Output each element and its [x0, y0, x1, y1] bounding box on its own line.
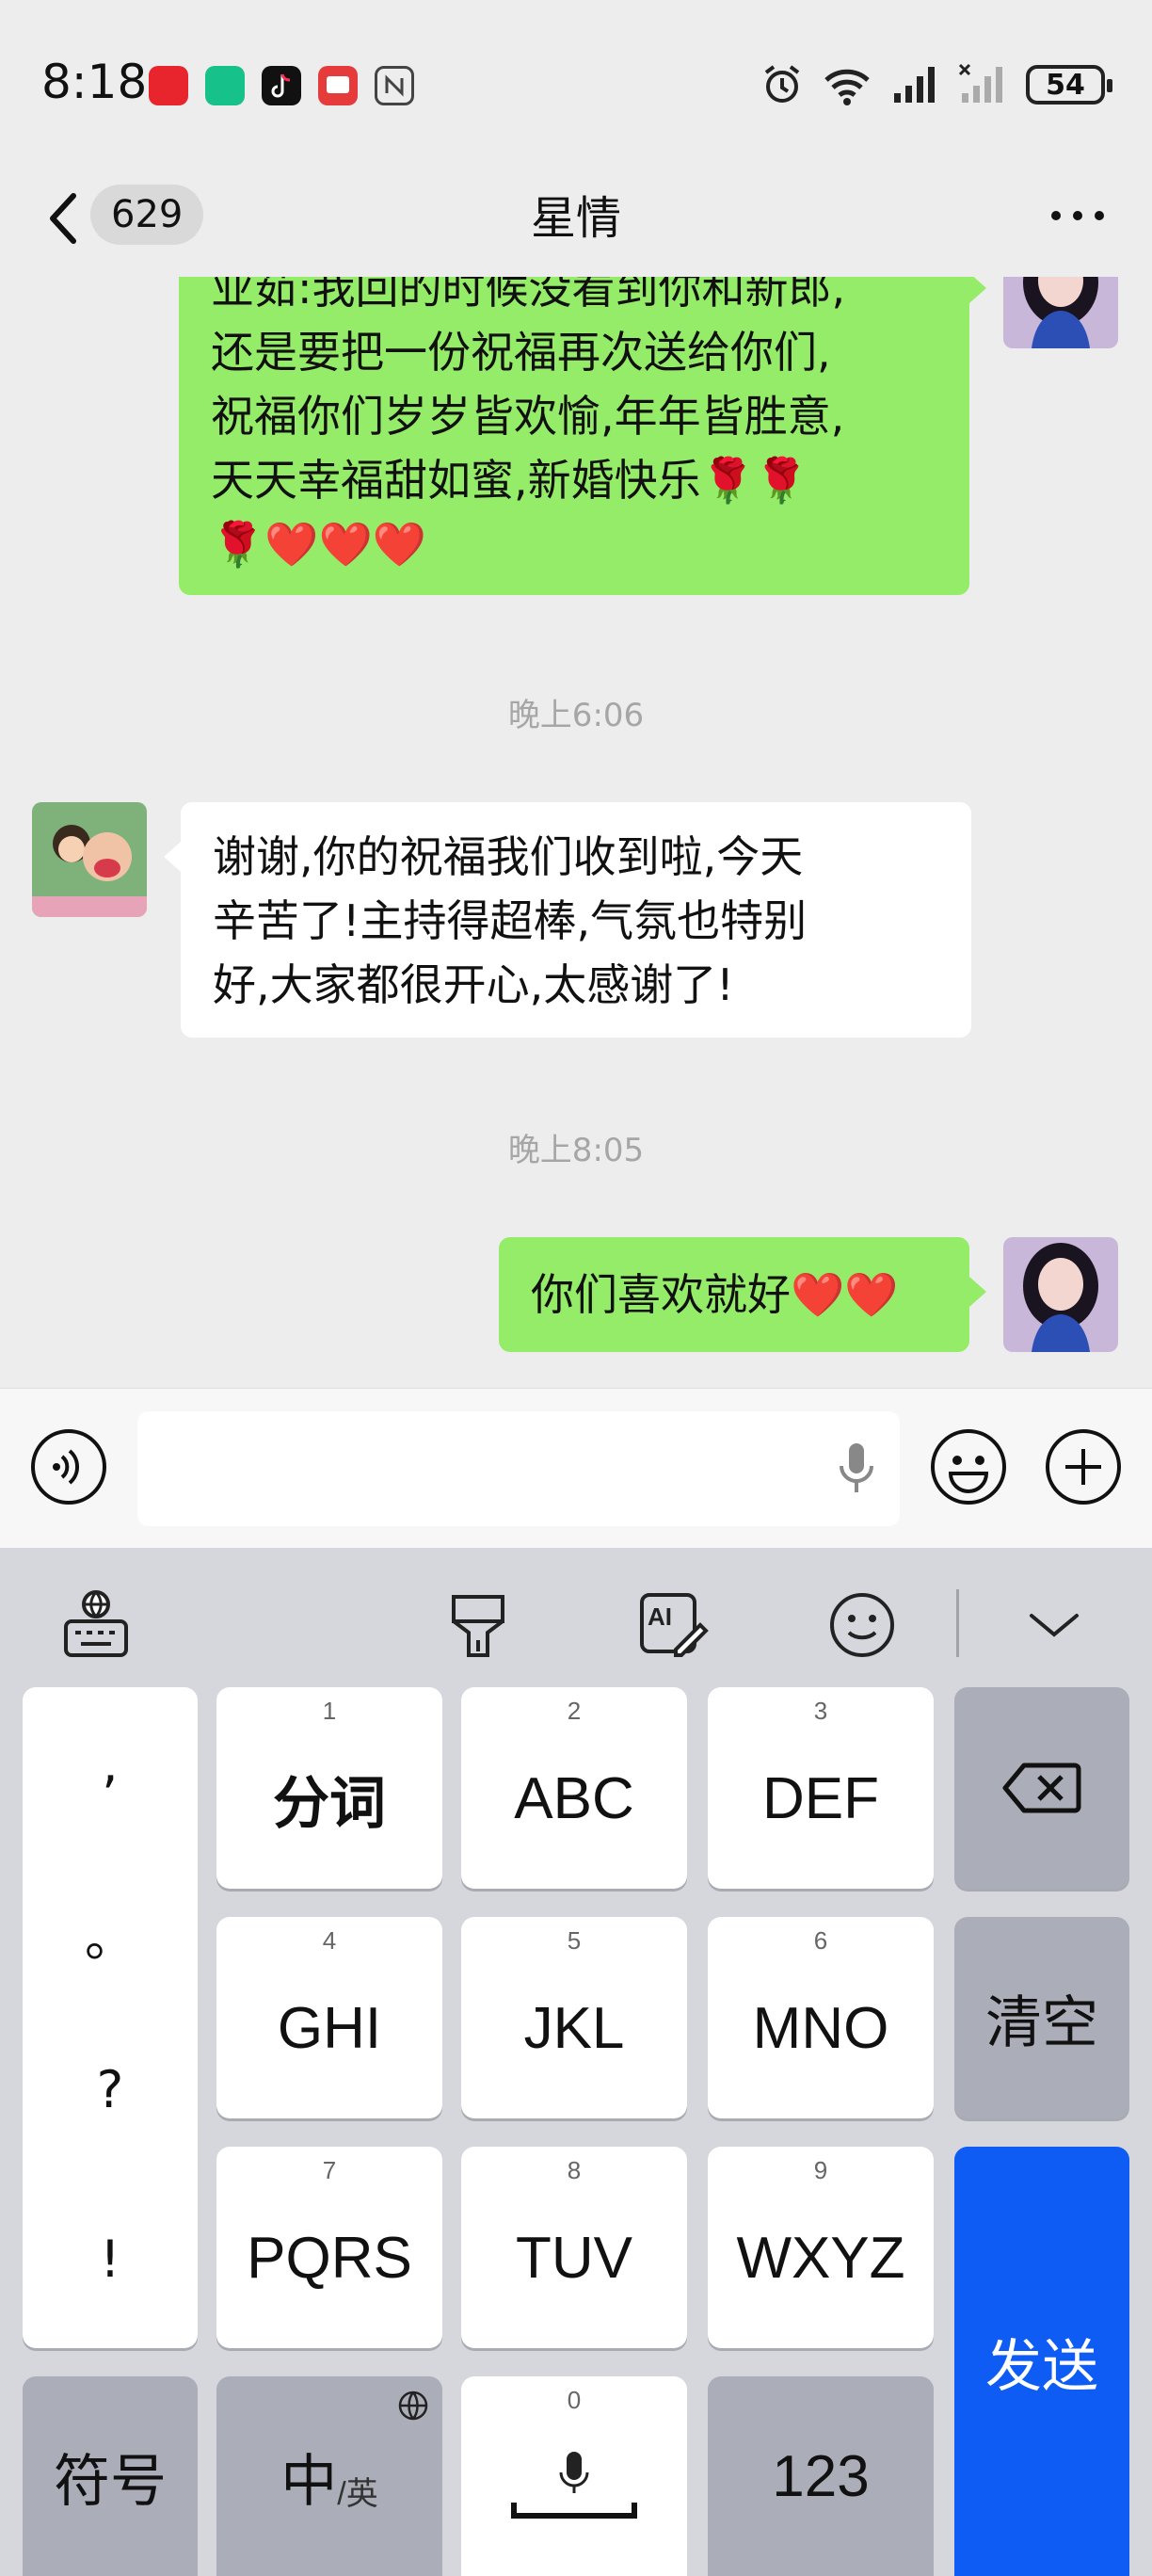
message-bubble-sent[interactable]: 你们喜欢就好❤️❤️: [499, 1237, 969, 1352]
message-line: 还是要把一份祝福再次送给你们,: [211, 327, 831, 378]
green-app-icon: [205, 66, 245, 105]
bubble-tail: [969, 1277, 986, 1307]
language-toggle-button[interactable]: 中 /英: [216, 2376, 442, 2576]
collapse-keyboard-icon[interactable]: [1016, 1587, 1092, 1663]
punctuation-key[interactable]: 。: [23, 1896, 198, 1971]
my-avatar[interactable]: [1003, 1237, 1118, 1352]
status-indicators: 54: [760, 58, 1112, 111]
symbols-button[interactable]: 符号: [23, 2376, 198, 2576]
space-key[interactable]: 0: [461, 2376, 687, 2576]
message-input-bar: [0, 1388, 1152, 1548]
status-bar: 8:18 54: [0, 0, 1152, 160]
chat-header: 629 星情: [0, 160, 1152, 277]
no-signal-icon: [958, 63, 1002, 103]
signal-icon: [894, 67, 935, 103]
message-line: 天天幸福甜如蜜,新婚快乐🌹🌹: [211, 455, 809, 506]
key-7-pqrs[interactable]: 7 PQRS: [216, 2147, 442, 2348]
keyboard-language-icon[interactable]: [58, 1587, 134, 1663]
message-timestamp: 晚上6:06: [507, 697, 645, 734]
punctuation-key[interactable]: ,: [23, 1734, 198, 1794]
microphone-icon[interactable]: [836, 1440, 877, 1498]
nfc-icon: [375, 66, 414, 105]
send-button[interactable]: 发送: [954, 2147, 1129, 2576]
chat-title: 星情: [530, 192, 621, 245]
skin-theme-icon[interactable]: [440, 1587, 516, 1663]
backspace-icon: [1002, 1763, 1081, 1813]
svg-text:AI: AI: [648, 1602, 672, 1631]
backspace-button[interactable]: [954, 1687, 1129, 1889]
contact-avatar[interactable]: [32, 802, 147, 917]
key-4-ghi[interactable]: 4 GHI: [216, 1917, 442, 2118]
bubble-tail: [969, 277, 986, 303]
message-bubble-received[interactable]: 谢谢,你的祝福我们收到啦,今天 辛苦了!主持得超棒,气氛也特别 好,大家都很开心…: [181, 802, 971, 1038]
message-line: 你们喜欢就好❤️❤️: [531, 1269, 899, 1320]
message-list[interactable]: 业茹:我回的时候没看到你和新郎, 还是要把一份祝福再次送给你们, 祝福你们岁岁皆…: [0, 277, 1152, 1388]
plus-icon[interactable]: [1043, 1426, 1124, 1507]
battery-indicator: 54: [1026, 65, 1112, 105]
key-9-wxyz[interactable]: 9 WXYZ: [708, 2147, 934, 2348]
key-8-tuv[interactable]: 8 TUV: [461, 2147, 687, 2348]
huawei-appgallery-icon: [149, 66, 188, 105]
voice-mode-icon[interactable]: [28, 1426, 109, 1507]
punctuation-key[interactable]: ?: [23, 2060, 198, 2119]
key-3-def[interactable]: 3 DEF: [708, 1687, 934, 1889]
message-line: 🌹❤️❤️❤️: [211, 519, 427, 570]
space-mic-icon: [511, 2452, 637, 2519]
key-5-jkl[interactable]: 5 JKL: [461, 1917, 687, 2118]
message-line: 辛苦了!主持得超棒,气氛也特别: [213, 895, 808, 946]
emoji-keyboard-icon[interactable]: [824, 1587, 900, 1663]
toolbar-divider: [956, 1589, 959, 1657]
numbers-button[interactable]: 123: [708, 2376, 934, 2576]
tiktok-icon: [262, 66, 301, 105]
emoji-icon[interactable]: [928, 1426, 1009, 1507]
ai-writing-icon[interactable]: AI: [634, 1587, 710, 1663]
bubble-tail: [164, 842, 181, 872]
message-line: 祝福你们岁岁皆欢愉,年年皆胜意,: [211, 391, 845, 442]
key-1-segment[interactable]: 1 分词: [216, 1687, 442, 1889]
message-line: 谢谢,你的祝福我们收到啦,今天: [213, 831, 804, 882]
status-time: 8:18: [41, 55, 148, 109]
my-avatar[interactable]: [1003, 277, 1118, 348]
message-bubble-sent[interactable]: 业茹:我回的时候没看到你和新郎, 还是要把一份祝福再次送给你们, 祝福你们岁岁皆…: [179, 277, 969, 595]
wifi-icon: [824, 69, 870, 105]
globe-icon: [398, 2391, 428, 2421]
key-2-abc[interactable]: 2 ABC: [461, 1687, 687, 1889]
punctuation-key[interactable]: !: [23, 2230, 198, 2289]
message-input[interactable]: [137, 1411, 900, 1526]
key-6-mno[interactable]: 6 MNO: [708, 1917, 934, 2118]
punctuation-column[interactable]: , 。 ? !: [23, 1687, 198, 2348]
more-options-icon[interactable]: [1045, 192, 1111, 239]
message-timestamp: 晚上8:05: [507, 1132, 645, 1169]
keyboard: AI , 。 ? ! 1 分词 2 ABC 3 DEF 4 GHI 5 JKL …: [0, 1548, 1152, 2576]
alarm-icon: [764, 65, 800, 103]
red-app-icon: [318, 66, 358, 105]
message-line: 业茹:我回的时候没看到你和新郎,: [211, 277, 846, 314]
clear-button[interactable]: 清空: [954, 1917, 1129, 2118]
message-line: 好,大家都很开心,太感谢了!: [213, 959, 734, 1010]
